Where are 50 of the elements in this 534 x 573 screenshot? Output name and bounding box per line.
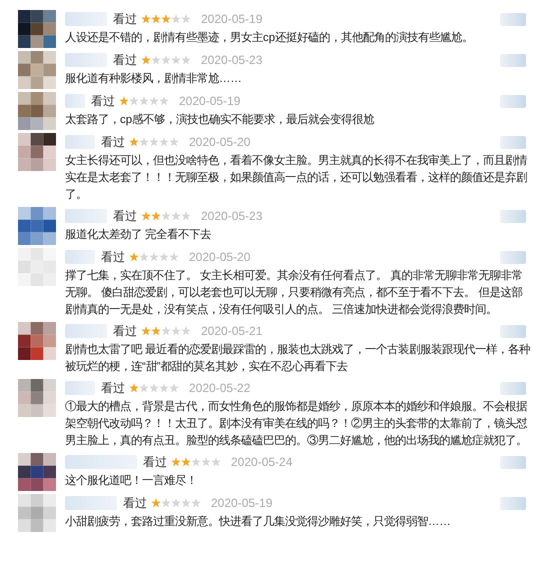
comment-date: 2020-05-21	[201, 323, 262, 340]
watched-label: 看过	[113, 208, 137, 225]
blurred-name	[65, 324, 107, 338]
comment-text: 太套路了，cp感不够，演技也确实不能要求，最后就会变得很尬	[65, 112, 376, 128]
blurred-label	[500, 12, 526, 26]
blurred-label	[500, 324, 526, 338]
watched-label: 看过	[113, 52, 137, 69]
comment-date: 2020-05-20	[189, 249, 250, 266]
blurred-name	[65, 53, 107, 67]
comment-text: 撑了七集，实在顶不住了。 女主长相可爱。其余没有任何看点了。 真的非常无聊非常无聊非常无聊。 傻白甜恋爱剧，可以老套也可以无聊，只要稍微有亮点，都不至于看不下去。 但是这部剧情真的一无是处，没有笑点，没有任何吸引人的点。 三倍速加快进都会觉得浪费时间。	[65, 268, 524, 318]
blurred-name	[65, 12, 107, 26]
watched-label: 看过	[123, 495, 147, 512]
comment-date: 2020-05-19	[179, 93, 240, 110]
blurred-name	[65, 455, 137, 469]
blurred-name	[65, 209, 107, 223]
watched-label: 看过	[101, 249, 125, 266]
comment-text: 小甜剧疲劳，套路过重没新意。快进看了几集没觉得沙雕好笑，只觉得弱智……	[65, 514, 452, 530]
watched-label: 看过	[113, 323, 137, 340]
comment-date: 2020-05-19	[211, 495, 272, 512]
blurred-label	[500, 496, 526, 510]
watched-label: 看过	[101, 134, 125, 151]
comment-text: 剧情也太雷了吧 最近看的恋爱剧最踩雷的，服装也太跳戏了，一个古装剧服装跟现代一样，各种被玩烂的梗，连“甜”都甜的莫名其妙，实在不忍心再看下去	[65, 342, 532, 375]
comment-text: 服道化太差劲了 完全看不下去	[65, 227, 212, 243]
comment-date: 2020-05-23	[201, 52, 262, 69]
watched-label: 看过	[143, 454, 167, 471]
blurred-label	[500, 94, 526, 108]
blurred-name	[65, 250, 95, 264]
blurred-label	[500, 54, 526, 66]
blurred-label	[500, 382, 526, 394]
blurred-name	[65, 496, 117, 510]
blurred-label	[500, 250, 526, 264]
blurred-label	[500, 456, 526, 468]
comment-date: 2020-05-19	[201, 11, 262, 28]
blurred-name	[65, 135, 95, 149]
comment-text: 这个服化道吧！一言难尽！	[65, 473, 198, 489]
comment-text: 女主长得还可以，但也没啥特色，看着不像女主脸。男主就真的长得不在我审美上了，而且剧情实在是太老套了！！！无聊至极，如果颜值高一点的话，还可以勉强看看，这样的颜值还是弃剧了。	[65, 153, 528, 203]
blurred-name	[65, 94, 85, 108]
comment-text: ①最大的槽点，背景是古代，而女性角色的服饰都是婚纱，原原本本的婚纱和伴娘服。不会根据架空朝代改动吗？！！太丑了。剧本没有审美在线的吗？！②男主的头套带的太靠前了，镜头怼男主脸上，真的有点丑。脸型的线条磕磕巴巴的。③男二好尴尬，他的出场我的尴尬症就犯了。	[65, 400, 528, 449]
comment-text: 服化道有种影楼风，剧情非常尬……	[65, 72, 243, 87]
watched-label: 看过	[91, 93, 115, 110]
comment-date: 2020-05-24	[231, 454, 292, 471]
blurred-label	[500, 210, 526, 222]
comment-text: 人设还是不错的，剧情有些墨迹，男女主cp还挺好磕的，其他配角的演技有些尴尬。	[65, 30, 474, 46]
comment-date: 2020-05-23	[201, 208, 262, 225]
watched-label: 看过	[101, 380, 125, 397]
blurred-label	[500, 136, 526, 148]
watched-label: 看过	[113, 11, 137, 28]
blurred-name	[65, 381, 95, 395]
comment-date: 2020-05-20	[189, 134, 250, 151]
comment-date: 2020-05-22	[189, 380, 250, 397]
